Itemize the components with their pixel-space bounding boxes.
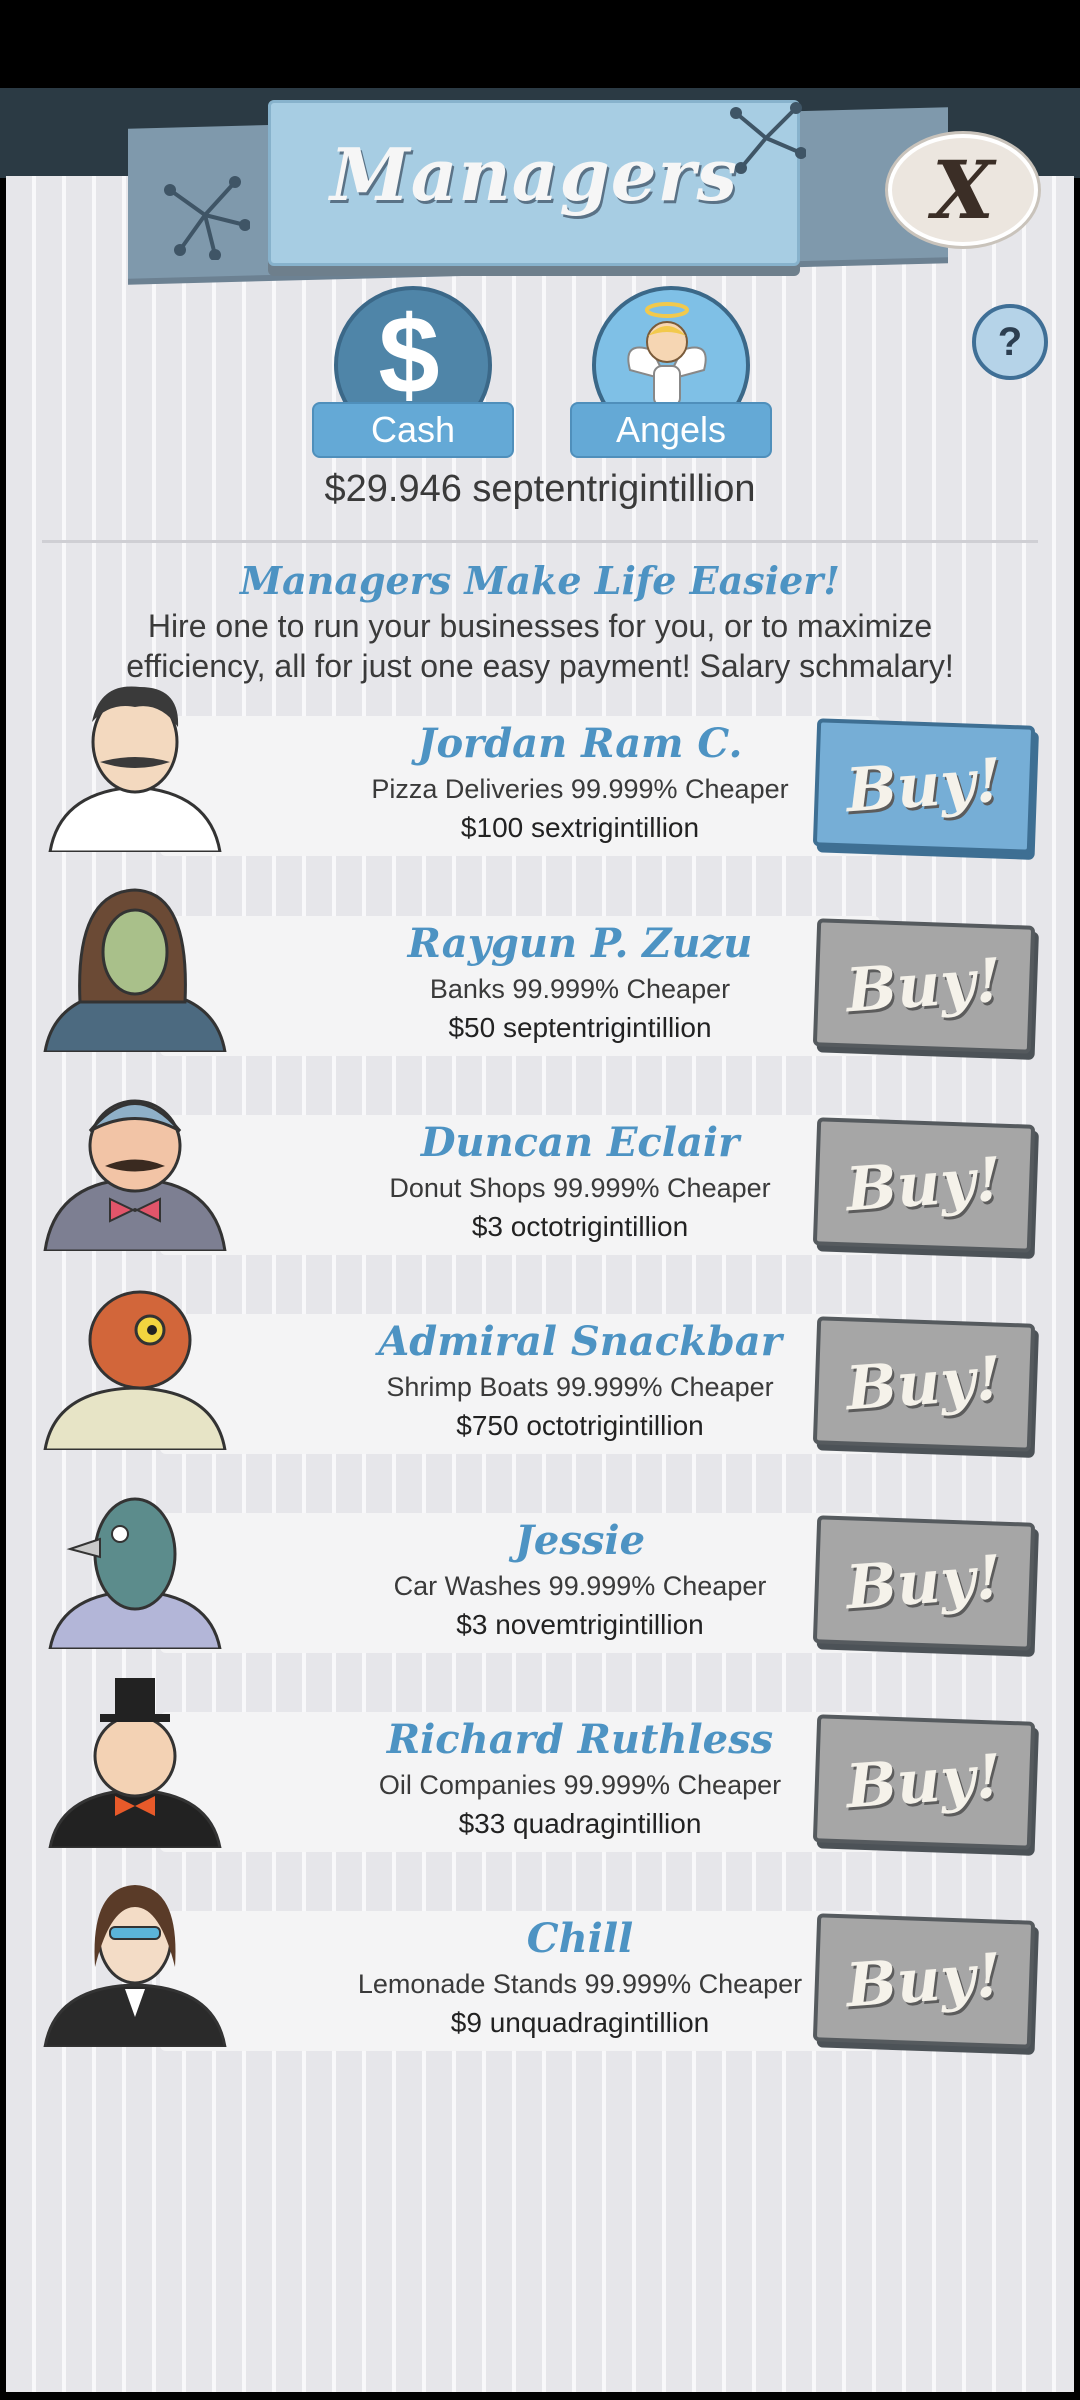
buy-button[interactable]: Buy! [812,718,1036,854]
buy-button-label: Buy! [843,1144,1005,1226]
manager-row: Jordan Ram C. Pizza Deliveries 99.999% C… [40,682,1040,856]
manager-row: Chill Lemonade Stands 99.999% Cheaper $9… [40,1877,1040,2051]
question-icon: ? [997,319,1023,364]
sparkle-icon [730,102,806,174]
buy-button[interactable]: Buy! [812,1316,1036,1452]
tab-angels-label: Angels [570,402,772,458]
buy-button-label: Buy! [843,1741,1005,1823]
close-button[interactable]: X [888,134,1038,246]
manager-portrait-duncan [43,1099,227,1251]
page-title: Managers [330,132,738,217]
close-icon: X [931,143,995,237]
sparkle-icon [164,176,250,260]
status-bar [0,0,1080,90]
manager-row: Jessie Car Washes 99.999% Cheaper $3 nov… [40,1479,1040,1653]
manager-row: Duncan Eclair Donut Shops 99.999% Cheape… [40,1081,1040,1255]
buy-button-label: Buy! [843,1343,1005,1425]
help-button[interactable]: ? [972,304,1048,380]
buy-button[interactable]: Buy! [812,1515,1036,1651]
manager-portrait-snackbar [43,1290,227,1450]
section-description: Hire one to run your businesses for you,… [126,608,954,684]
tab-cash-label: Cash [312,402,514,458]
manager-portrait-zuzu [43,888,227,1052]
buy-button[interactable]: Buy! [812,918,1036,1054]
manager-row: Richard Ruthless Oil Companies 99.999% C… [40,1678,1040,1852]
buy-button-label: Buy! [843,1940,1005,2022]
dollar-icon: $ [378,294,440,417]
buy-button[interactable]: Buy! [812,1117,1036,1253]
buy-button-label: Buy! [843,745,1005,827]
manager-portrait-chill [43,1885,227,2047]
cash-amount: $29.946 septentrigintillion [324,468,756,510]
manager-portrait-jessie [48,1497,222,1649]
tab-cash[interactable]: $ Cash [312,286,514,458]
manager-row: Raygun P. Zuzu Banks 99.999% Cheaper $50… [40,882,1040,1056]
manager-portrait-chef [48,686,222,852]
buy-button-label: Buy! [843,945,1005,1027]
buy-button-label: Buy! [843,1542,1005,1624]
buy-button[interactable]: Buy! [812,1913,1036,2049]
manager-portrait-ruthless [48,1678,222,1848]
buy-button[interactable]: Buy! [812,1714,1036,1850]
divider [42,540,1038,543]
section-title: Managers Make Life Easier! [240,558,840,603]
manager-row: Admiral Snackbar Shrimp Boats 99.999% Ch… [40,1280,1040,1454]
tab-angels[interactable]: Angels [570,286,772,458]
